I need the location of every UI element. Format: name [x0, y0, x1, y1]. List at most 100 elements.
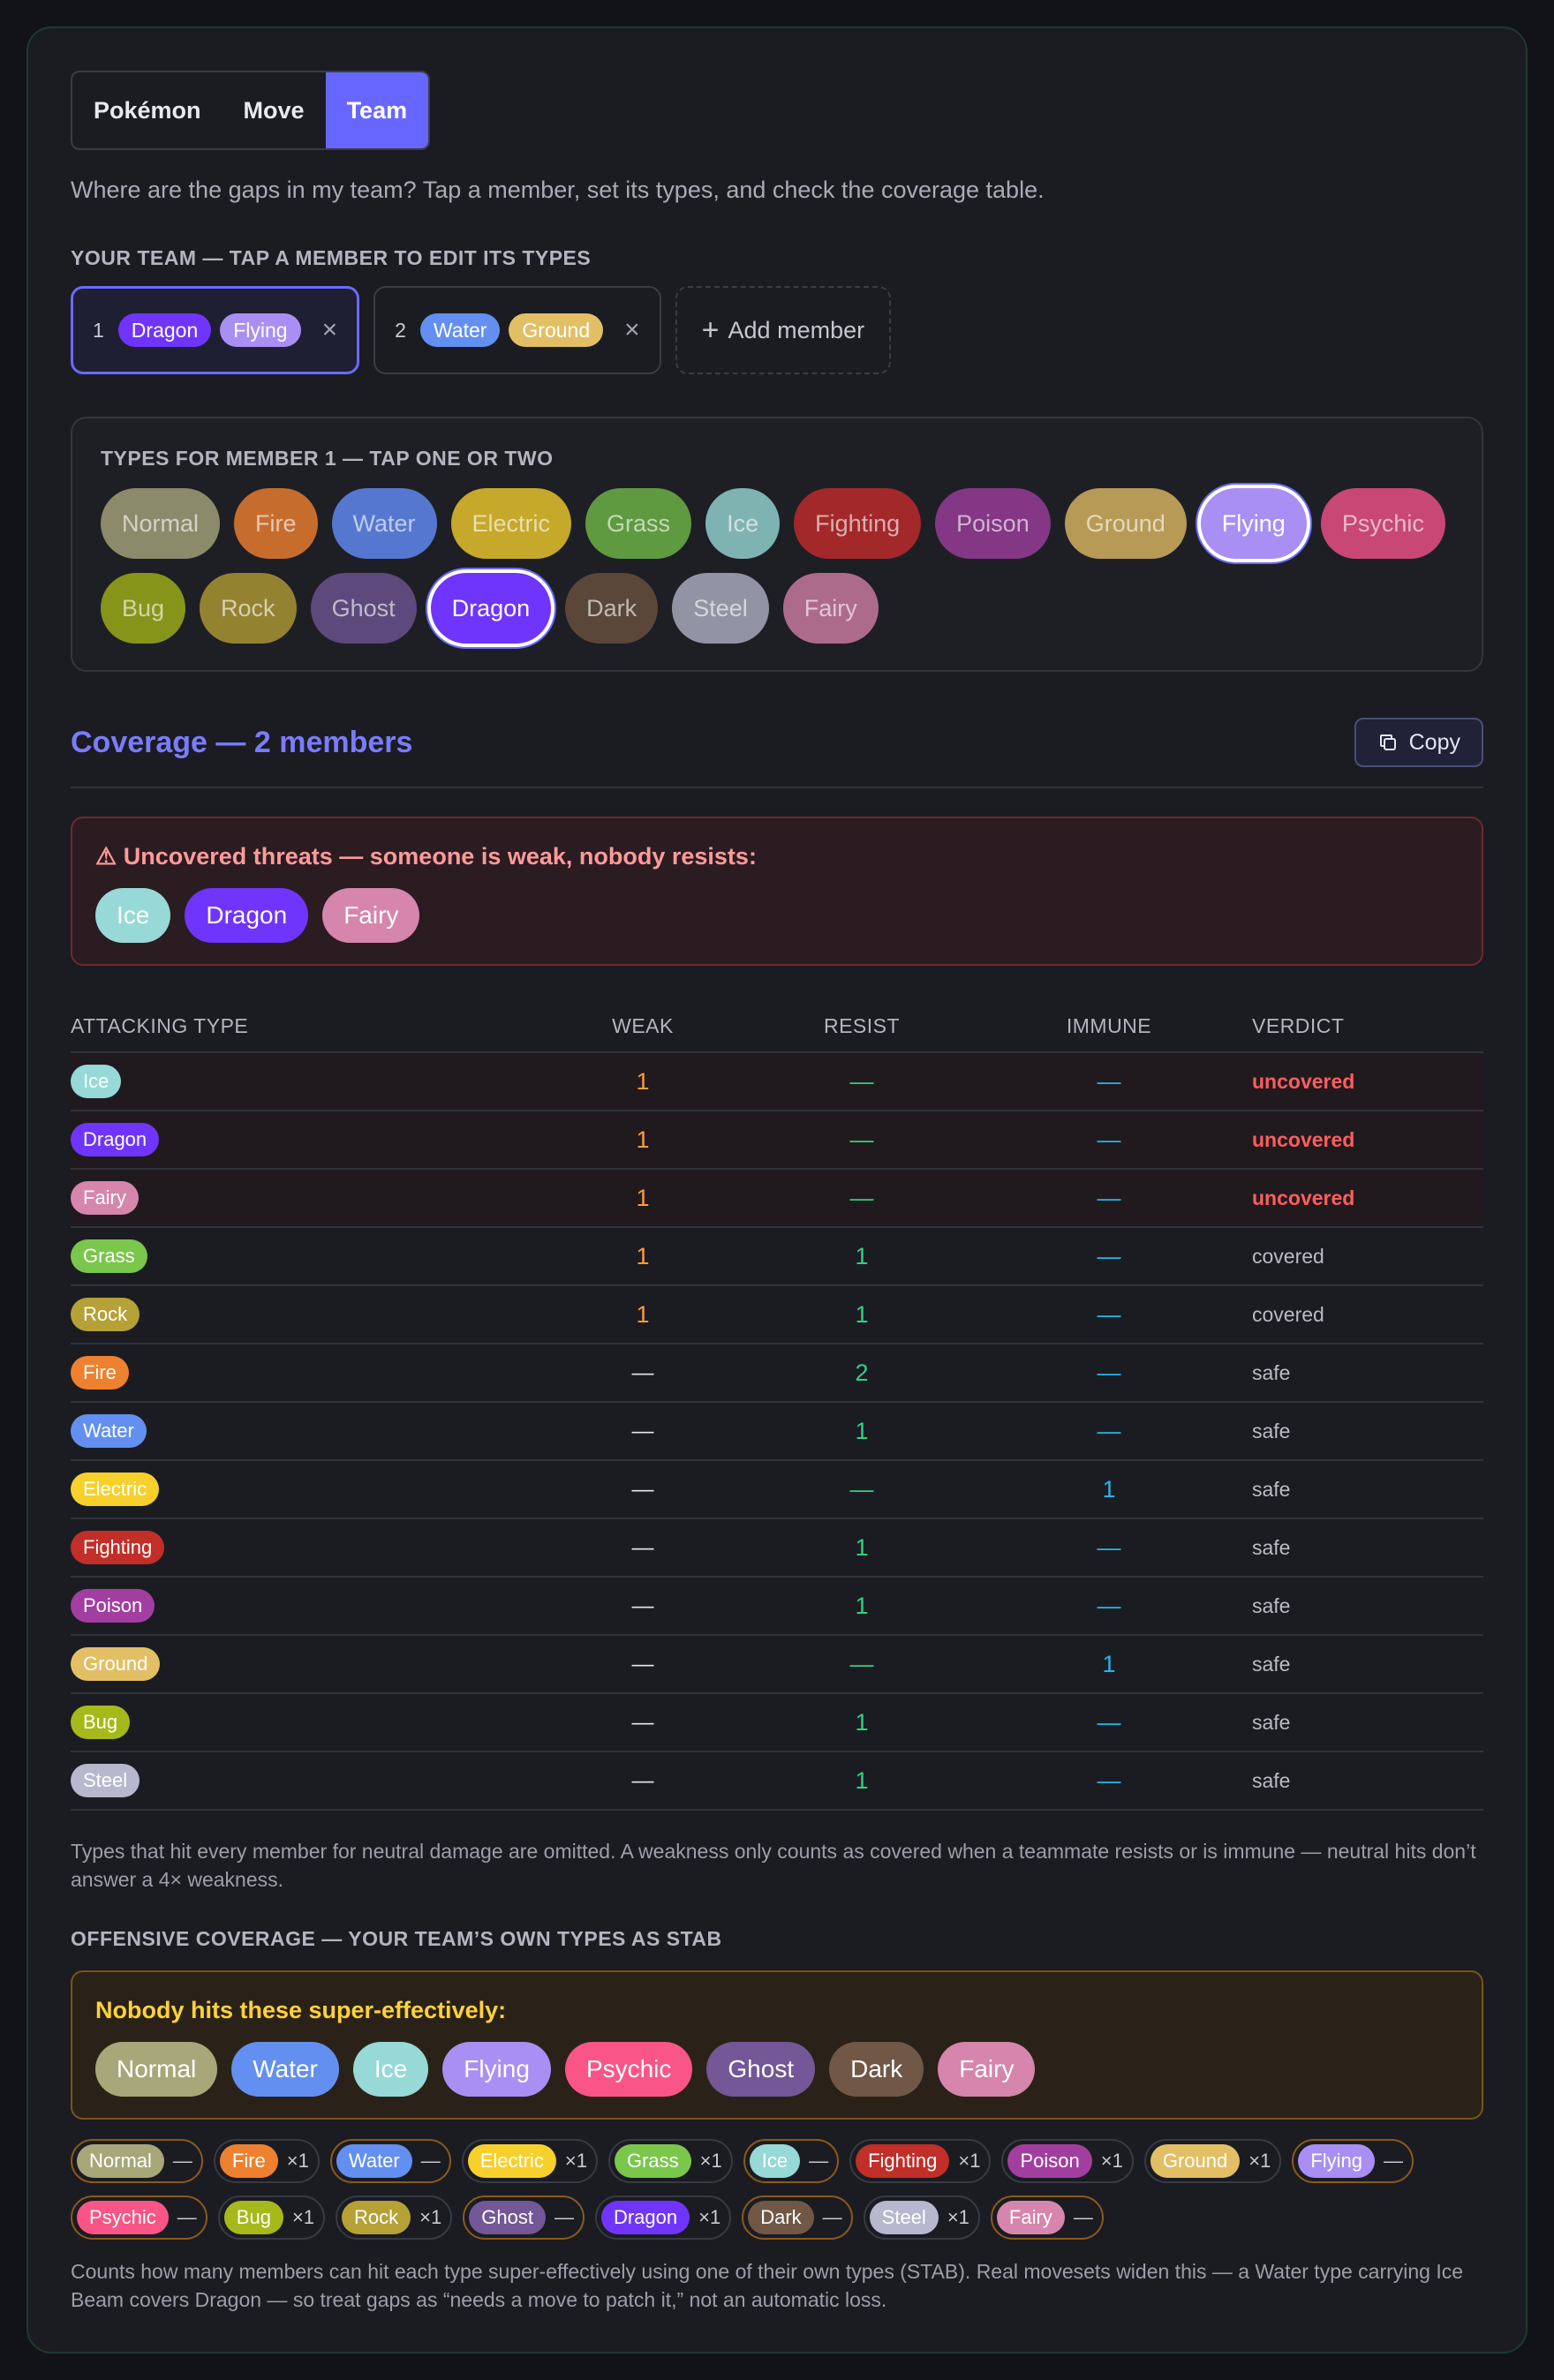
- offense-gap-alert: Nobody hits these super-effectively: Nor…: [71, 1970, 1483, 2120]
- team-member-1[interactable]: 1 Dragon Flying ×: [71, 286, 360, 374]
- resist-count: —: [735, 1635, 989, 1694]
- type-option-dark[interactable]: Dark: [565, 573, 659, 644]
- coverage-row: Poison —1— safe: [71, 1577, 1483, 1636]
- type-option-ice[interactable]: Ice: [705, 488, 781, 559]
- type-option-fire[interactable]: Fire: [234, 488, 318, 559]
- offense-count-dark: Dark —: [742, 2195, 853, 2240]
- attacking-type-cell: Fire: [71, 1344, 551, 1403]
- type-option-fairy[interactable]: Fairy: [782, 573, 879, 644]
- coverage-row: Ice 1— — uncovered: [71, 1052, 1483, 1111]
- member-type-chip: Flying: [220, 313, 301, 347]
- immune-count: —: [989, 1518, 1229, 1578]
- member-type-chip: Ground: [509, 313, 604, 347]
- tab-move[interactable]: Move: [223, 72, 326, 148]
- coverage-row: Bug —1— safe: [71, 1693, 1483, 1752]
- type-chip: Fighting: [856, 2144, 950, 2178]
- gap-pill-flying: Flying: [442, 2042, 551, 2097]
- type-option-bug[interactable]: Bug: [101, 573, 186, 644]
- close-icon[interactable]: ×: [624, 315, 640, 345]
- gap-pill-ghost: Ghost: [706, 2042, 816, 2097]
- team-member-2[interactable]: 2 Water Ground ×: [373, 286, 661, 374]
- type-chip: Steel: [869, 2201, 939, 2234]
- attacking-type-cell: Water: [71, 1402, 551, 1461]
- immune-count: —: [989, 1344, 1229, 1403]
- weak-count: —: [551, 1751, 735, 1811]
- offense-count-grid: Normal — Fire ×1 Water — Electric ×1 Grass ×1 Ice —…: [71, 2139, 1483, 2240]
- type-option-psychic[interactable]: Psychic: [1320, 488, 1445, 559]
- verdict: safe: [1229, 1460, 1483, 1519]
- tab-pokemon[interactable]: Pokémon: [72, 72, 223, 148]
- count-value: —: [554, 2206, 574, 2228]
- verdict: uncovered: [1229, 1111, 1483, 1170]
- type-option-water[interactable]: Water: [331, 488, 437, 559]
- type-option-grass[interactable]: Grass: [585, 488, 692, 559]
- type-picker-label: TYPES FOR MEMBER 1 — TAP ONE OR TWO: [101, 447, 554, 470]
- copy-button[interactable]: Copy: [1354, 718, 1483, 767]
- attacking-type-cell: Bug: [71, 1693, 551, 1752]
- resist-count: —: [735, 1460, 989, 1519]
- type-option-ghost[interactable]: Ghost: [310, 573, 417, 644]
- copy-icon: [1379, 734, 1396, 750]
- type-option-fighting[interactable]: Fighting: [794, 488, 922, 559]
- type-option-steel[interactable]: Steel: [672, 573, 769, 644]
- threat-list: Ice Dragon Fairy: [95, 888, 1459, 943]
- offense-count-dragon: Dragon ×1: [594, 2195, 732, 2240]
- col-verdict: VERDICT: [1229, 1001, 1483, 1053]
- offense-label: OFFENSIVE COVERAGE — YOUR TEAM’S OWN TYP…: [71, 1927, 722, 1950]
- immune-count: —: [989, 1111, 1229, 1170]
- type-picker: TYPES FOR MEMBER 1 — TAP ONE OR TWO Norm…: [71, 417, 1483, 672]
- type-option-ground[interactable]: Ground: [1064, 488, 1187, 559]
- coverage-row: Dragon 1— — uncovered: [71, 1111, 1483, 1170]
- type-chip: Water: [336, 2144, 412, 2178]
- type-option-electric[interactable]: Electric: [450, 488, 572, 559]
- verdict: safe: [1229, 1693, 1483, 1752]
- type-chip: Dragon: [600, 2201, 690, 2234]
- gap-pill-ice: Ice: [352, 2042, 429, 2097]
- coverage-header: Coverage — 2 members Copy: [71, 718, 1483, 788]
- offense-count-grass: Grass ×1: [607, 2139, 733, 2183]
- type-option-flying[interactable]: Flying: [1200, 488, 1307, 559]
- type-option-poison[interactable]: Poison: [935, 488, 1051, 559]
- immune-count: —: [989, 1402, 1229, 1461]
- attacking-type-cell: Fighting: [71, 1518, 551, 1578]
- attacking-type-cell: Poison: [71, 1577, 551, 1636]
- type-option-dragon[interactable]: Dragon: [430, 573, 552, 644]
- verdict: uncovered: [1229, 1052, 1483, 1111]
- coverage-title: Coverage — 2 members: [71, 725, 413, 759]
- tab-team[interactable]: Team: [325, 72, 429, 148]
- type-option-normal[interactable]: Normal: [101, 488, 221, 559]
- attacking-type-cell: Electric: [71, 1460, 551, 1519]
- immune-count: —: [989, 1693, 1229, 1752]
- close-icon[interactable]: ×: [322, 315, 338, 345]
- threat-pill-dragon: Dragon: [185, 888, 309, 943]
- type-chip: Ghost: [469, 2201, 546, 2234]
- offense-count-steel: Steel ×1: [863, 2195, 980, 2240]
- weak-count: —: [551, 1693, 735, 1752]
- type-chip: Electric: [71, 1472, 160, 1506]
- coverage-row: Ground — —1 safe: [71, 1635, 1483, 1694]
- type-chip: Dark: [748, 2201, 814, 2234]
- type-chip: Ground: [71, 1647, 161, 1681]
- coverage-row: Fighting —1— safe: [71, 1518, 1483, 1578]
- add-member-button[interactable]: + Add member: [675, 286, 892, 374]
- add-member-label: Add member: [728, 316, 865, 343]
- gap-title: Nobody hits these super-effectively:: [95, 1997, 507, 2023]
- count-value: —: [177, 2206, 197, 2228]
- type-option-rock[interactable]: Rock: [200, 573, 297, 644]
- offense-count-bug: Bug ×1: [217, 2195, 326, 2240]
- count-value: ×1: [698, 2206, 721, 2228]
- type-chip: Grass: [71, 1239, 147, 1273]
- weak-count: —: [551, 1518, 735, 1578]
- immune-count: —: [989, 1577, 1229, 1636]
- immune-count: 1: [989, 1635, 1229, 1694]
- plus-icon: +: [701, 313, 720, 347]
- count-value: ×1: [291, 2206, 315, 2228]
- coverage-row: Grass 1 1— covered: [71, 1227, 1483, 1286]
- weak-count: —: [551, 1460, 735, 1519]
- resist-count: 1: [735, 1285, 989, 1344]
- resist-count: 2: [735, 1344, 989, 1403]
- type-chip: Rock: [342, 2201, 411, 2234]
- type-chip: Normal: [77, 2144, 164, 2178]
- weak-count: 1: [551, 1111, 735, 1170]
- attacking-type-cell: Rock: [71, 1285, 551, 1344]
